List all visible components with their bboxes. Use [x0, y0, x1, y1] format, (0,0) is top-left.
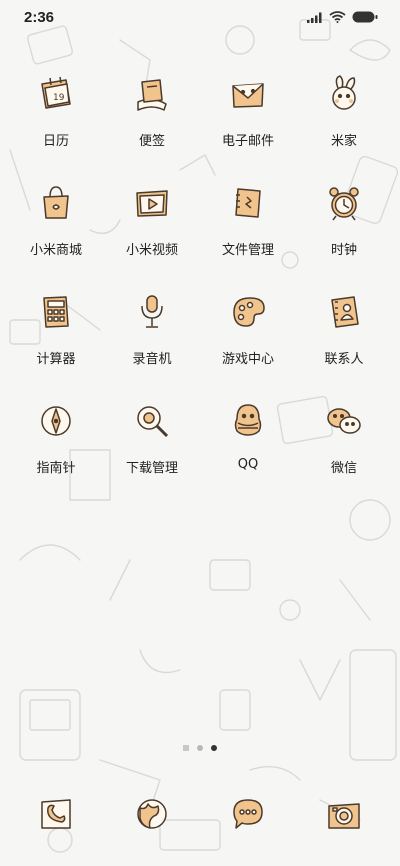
magnifier-icon [128, 397, 176, 445]
app-game-center[interactable]: 游戏中心 [200, 288, 296, 367]
status-time: 2:36 [24, 8, 55, 26]
wifi-icon [329, 11, 346, 23]
camera-icon [320, 790, 368, 838]
phone-icon [32, 790, 80, 838]
app-label: 便签 [138, 134, 165, 149]
app-email[interactable]: 电子邮件 [200, 70, 296, 149]
app-file-manager[interactable]: 文件管理 [200, 179, 296, 258]
app-label: 文件管理 [221, 243, 274, 258]
mijia-icon [320, 70, 368, 118]
app-downloads[interactable]: 下载管理 [104, 397, 200, 476]
app-label: 米家 [330, 134, 357, 149]
app-label: 时钟 [330, 243, 357, 258]
app-label: 日历 [42, 134, 69, 149]
app-label: 游戏中心 [221, 352, 274, 367]
app-recorder[interactable]: 录音机 [104, 288, 200, 367]
app-wechat[interactable]: 微信 [296, 397, 392, 476]
menu-page-icon [183, 745, 189, 751]
app-label: 计算器 [36, 352, 76, 367]
signal-icon [307, 12, 322, 23]
app-label: QQ [237, 457, 259, 472]
app-label: 联系人 [324, 352, 364, 367]
qq-icon [224, 397, 272, 445]
app-label: 小米视频 [125, 243, 178, 258]
app-mijia[interactable]: 米家 [296, 70, 392, 149]
app-grid: 19 日历 便签 电子邮件 米家 小米商城 小米视频 文件管理 时钟 计算器 录… [8, 70, 392, 476]
app-label: 电子邮件 [221, 134, 274, 149]
wechat-icon [320, 397, 368, 445]
folder-icon [224, 179, 272, 227]
app-label: 微信 [330, 461, 357, 476]
app-label: 指南针 [36, 461, 76, 476]
app-mi-video[interactable]: 小米视频 [104, 179, 200, 258]
page-dot-active[interactable] [211, 745, 217, 751]
app-compass[interactable]: 指南针 [8, 397, 104, 476]
video-icon [128, 179, 176, 227]
app-clock[interactable]: 时钟 [296, 179, 392, 258]
status-bar: 2:36 [0, 0, 400, 34]
status-icons [307, 11, 378, 23]
email-icon [224, 70, 272, 118]
app-label: 录音机 [132, 352, 172, 367]
shopping-bag-icon [32, 179, 80, 227]
clock-icon [320, 179, 368, 227]
app-label: 下载管理 [125, 461, 178, 476]
dock-phone[interactable] [8, 790, 104, 838]
calendar-icon: 19 [32, 70, 80, 118]
dock-browser[interactable] [104, 790, 200, 838]
palette-icon [224, 288, 272, 336]
notes-icon [128, 70, 176, 118]
browser-icon [128, 790, 176, 838]
app-notes[interactable]: 便签 [104, 70, 200, 149]
page-dot[interactable] [197, 745, 203, 751]
app-mi-store[interactable]: 小米商城 [8, 179, 104, 258]
calendar-day: 19 [53, 93, 65, 103]
dock-messages[interactable] [200, 790, 296, 838]
app-calendar[interactable]: 19 日历 [8, 70, 104, 149]
calculator-icon [32, 288, 80, 336]
page-indicator[interactable] [0, 745, 400, 751]
compass-icon [32, 397, 80, 445]
battery-icon [352, 11, 378, 23]
app-label: 小米商城 [29, 243, 82, 258]
app-qq[interactable]: QQ [200, 397, 296, 476]
contacts-icon [320, 288, 368, 336]
dock [8, 790, 392, 838]
dock-camera[interactable] [296, 790, 392, 838]
microphone-icon [128, 288, 176, 336]
app-contacts[interactable]: 联系人 [296, 288, 392, 367]
app-calculator[interactable]: 计算器 [8, 288, 104, 367]
messages-icon [224, 790, 272, 838]
